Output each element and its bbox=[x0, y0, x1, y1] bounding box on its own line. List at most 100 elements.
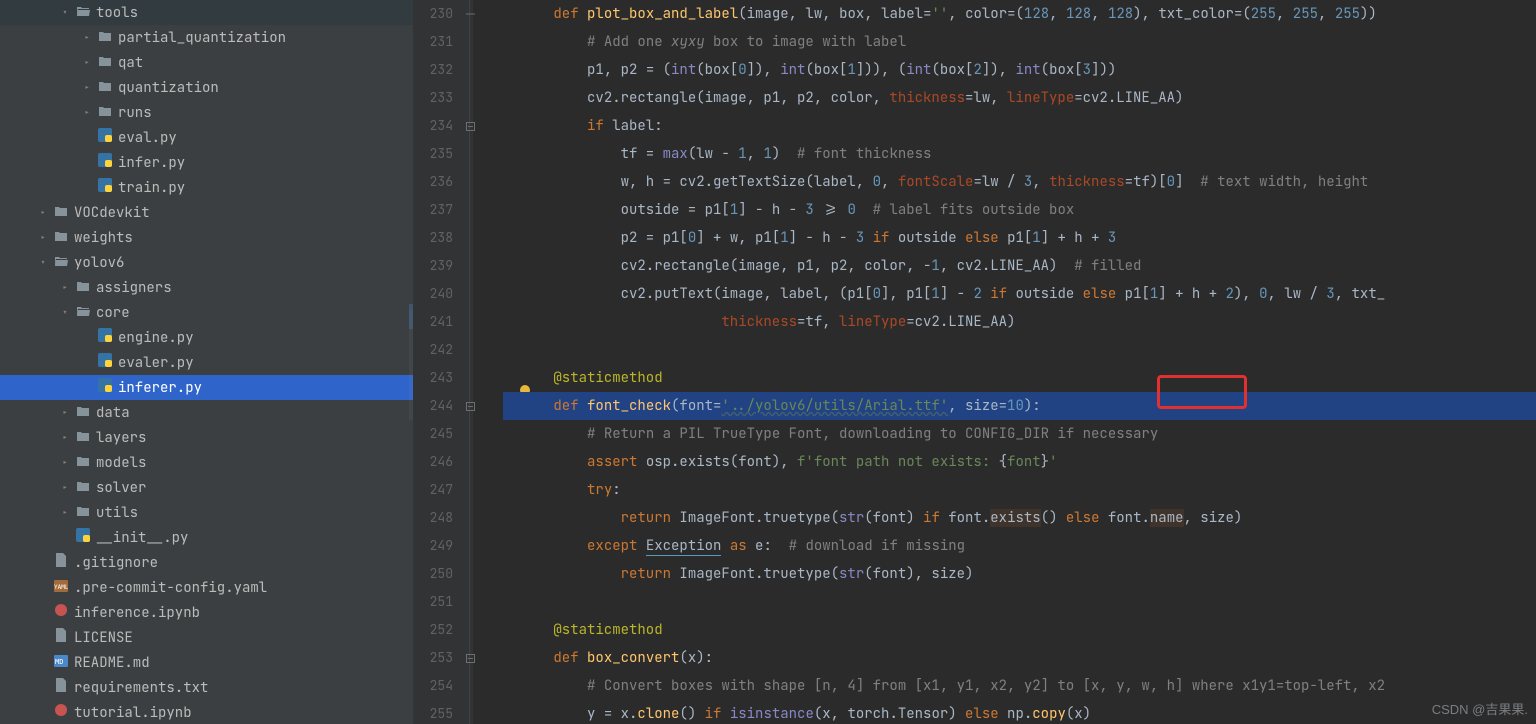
line-number: 252 bbox=[413, 616, 453, 644]
chevron-right-icon[interactable]: ▸ bbox=[58, 506, 72, 519]
chevron-right-icon[interactable]: ▸ bbox=[80, 81, 94, 94]
tree-item-qat[interactable]: ▸qat bbox=[0, 50, 413, 75]
code-line[interactable]: w, h = cv2.getTextSize(label, 0, fontSca… bbox=[503, 168, 1536, 196]
chevron-right-icon[interactable]: ▸ bbox=[58, 281, 72, 294]
fold-toggle-icon[interactable] bbox=[465, 653, 475, 663]
tree-item-data[interactable]: ▸ data bbox=[0, 400, 413, 425]
line-number: 234 bbox=[413, 112, 453, 140]
code-line[interactable]: assert osp.exists(font), f'font path not… bbox=[503, 448, 1536, 476]
fold-toggle-icon[interactable] bbox=[465, 9, 475, 19]
tree-item-vocdevkit[interactable]: ▸ VOCdevkit bbox=[0, 200, 413, 225]
tree-item-tutorial-ipynb[interactable]: tutorial.ipynb bbox=[0, 700, 413, 724]
fold-toggle-icon[interactable] bbox=[465, 121, 475, 131]
code-line[interactable]: return ImageFont.truetype(str(font), siz… bbox=[503, 560, 1536, 588]
tree-item-yolov6[interactable]: ▾yolov6 bbox=[0, 250, 413, 275]
code-line[interactable]: # Return a PIL TrueType Font, downloadin… bbox=[503, 420, 1536, 448]
tree-item-license[interactable]: LICENSE bbox=[0, 625, 413, 650]
code-line[interactable]: p2 = p1[0] + w, p1[1] - h - 3 if outside… bbox=[503, 224, 1536, 252]
tree-item--pre-commit-config-yaml[interactable]: YAML.pre-commit-config.yaml bbox=[0, 575, 413, 600]
chevron-right-icon[interactable]: ▸ bbox=[80, 106, 94, 119]
code-line[interactable]: y = x.clone() if isinstance(x, torch.Ten… bbox=[503, 700, 1536, 724]
tree-item-inferer-py[interactable]: inferer.py bbox=[0, 375, 413, 400]
tree-item-assigners[interactable]: ▸assigners bbox=[0, 275, 413, 300]
tree-item-engine-py[interactable]: engine.py bbox=[0, 325, 413, 350]
chevron-right-icon[interactable]: ▸ bbox=[58, 481, 72, 494]
code-line[interactable]: def font_check(font='../yolov6/utils/Ari… bbox=[503, 392, 1536, 420]
chevron-down-icon[interactable]: ▾ bbox=[58, 306, 72, 319]
tree-item-quantization[interactable]: ▸quantization bbox=[0, 75, 413, 100]
project-tree-panel[interactable]: ▾tools▸partial_quantization▸qat▸quantiza… bbox=[0, 0, 413, 724]
code-line[interactable]: cv2.rectangle(image, p1, p2, color, thic… bbox=[503, 84, 1536, 112]
code-line[interactable]: p1, p2 = (int(box[0]), int(box[1])), (in… bbox=[503, 56, 1536, 84]
line-number: 243 bbox=[413, 364, 453, 392]
tree-item-train-py[interactable]: train.py bbox=[0, 175, 413, 200]
tree-item-readme-md[interactable]: MDREADME.md bbox=[0, 650, 413, 675]
tree-item-requirements-txt[interactable]: requirements.txt bbox=[0, 675, 413, 700]
tree-item-label: engine.py bbox=[118, 329, 194, 347]
chevron-right-icon[interactable]: ▸ bbox=[80, 56, 94, 69]
watermark-text: CSDN @吉果果. bbox=[1432, 699, 1528, 718]
code-line[interactable]: # Convert boxes with shape [n, 4] from [… bbox=[503, 672, 1536, 700]
line-number: 238 bbox=[413, 224, 453, 252]
tree-item-label: solver bbox=[96, 479, 146, 497]
code-line[interactable]: cv2.rectangle(image, p1, p2, color, -1, … bbox=[503, 252, 1536, 280]
code-area[interactable]: def plot_box_and_label(image, lw, box, l… bbox=[473, 0, 1536, 724]
tree-item-weights[interactable]: ▸weights bbox=[0, 225, 413, 250]
tree-item-eval-py[interactable]: eval.py bbox=[0, 125, 413, 150]
chevron-right-icon[interactable]: ▸ bbox=[58, 406, 72, 419]
line-number: 253 bbox=[413, 644, 453, 672]
tree-item-label: VOCdevkit bbox=[74, 204, 150, 222]
code-line[interactable]: def plot_box_and_label(image, lw, box, l… bbox=[503, 0, 1536, 28]
chevron-right-icon[interactable]: ▸ bbox=[80, 31, 94, 44]
tree-item-runs[interactable]: ▸runs bbox=[0, 100, 413, 125]
chevron-down-icon[interactable]: ▾ bbox=[36, 256, 50, 269]
tree-item-layers[interactable]: ▸ layers bbox=[0, 425, 413, 450]
code-line[interactable]: @staticmethod bbox=[503, 364, 1536, 392]
code-line[interactable] bbox=[503, 336, 1536, 364]
tree-item-models[interactable]: ▸models bbox=[0, 450, 413, 475]
code-line[interactable]: if label: bbox=[503, 112, 1536, 140]
svg-text:MD: MD bbox=[55, 658, 63, 666]
line-number: 246 bbox=[413, 448, 453, 476]
code-line[interactable]: # Add one xyxy box to image with label bbox=[503, 28, 1536, 56]
txt-icon bbox=[52, 628, 70, 647]
chevron-right-icon[interactable]: ▸ bbox=[58, 456, 72, 469]
code-line[interactable]: tf = max(lw - 1, 1) # font thickness bbox=[503, 140, 1536, 168]
tree-item-label: data bbox=[96, 404, 130, 422]
code-line[interactable]: try: bbox=[503, 476, 1536, 504]
folder-icon bbox=[96, 29, 114, 47]
md-icon: MD bbox=[52, 654, 70, 672]
code-line[interactable]: except Exception as e: # download if mis… bbox=[503, 532, 1536, 560]
folder-icon bbox=[96, 79, 114, 97]
line-number: 254 bbox=[413, 672, 453, 700]
tree-item-core[interactable]: ▾core bbox=[0, 300, 413, 325]
tree-item--gitignore[interactable]: .gitignore bbox=[0, 550, 413, 575]
tree-item-tools[interactable]: ▾tools bbox=[0, 0, 413, 25]
chevron-down-icon[interactable]: ▾ bbox=[58, 6, 72, 19]
tree-item--init-py[interactable]: __init__.py bbox=[0, 525, 413, 550]
folder-icon bbox=[74, 404, 92, 422]
chevron-right-icon[interactable]: ▸ bbox=[36, 206, 50, 219]
code-line[interactable]: thickness=tf, lineType=cv2.LINE_AA) bbox=[503, 308, 1536, 336]
line-number: 230 bbox=[413, 0, 453, 28]
code-line[interactable] bbox=[503, 588, 1536, 616]
tree-item-label: layers bbox=[96, 429, 146, 447]
tree-item-evaler-py[interactable]: evaler.py bbox=[0, 350, 413, 375]
code-line[interactable]: outside = p1[1] - h - 3 >= 0 # label fit… bbox=[503, 196, 1536, 224]
code-line[interactable]: return ImageFont.truetype(str(font) if f… bbox=[503, 504, 1536, 532]
chevron-right-icon[interactable]: ▸ bbox=[36, 231, 50, 244]
tree-item-label: train.py bbox=[118, 179, 185, 197]
chevron-right-icon[interactable]: ▸ bbox=[58, 431, 72, 444]
code-line[interactable]: cv2.putText(image, label, (p1[0], p1[1] … bbox=[503, 280, 1536, 308]
folder-icon bbox=[74, 429, 92, 447]
tree-item-label: infer.py bbox=[118, 154, 185, 172]
code-line[interactable]: @staticmethod bbox=[503, 616, 1536, 644]
tree-item-solver[interactable]: ▸ solver bbox=[0, 475, 413, 500]
tree-item-partial-quantization[interactable]: ▸partial_quantization bbox=[0, 25, 413, 50]
tree-item-infer-py[interactable]: infer.py bbox=[0, 150, 413, 175]
code-editor[interactable]: 2302312322332342352362372382392402412422… bbox=[413, 0, 1536, 724]
tree-item-inference-ipynb[interactable]: inference.ipynb bbox=[0, 600, 413, 625]
tree-item-utils[interactable]: ▸utils bbox=[0, 500, 413, 525]
code-line[interactable]: def box_convert(x): bbox=[503, 644, 1536, 672]
fold-toggle-icon[interactable] bbox=[465, 401, 475, 411]
